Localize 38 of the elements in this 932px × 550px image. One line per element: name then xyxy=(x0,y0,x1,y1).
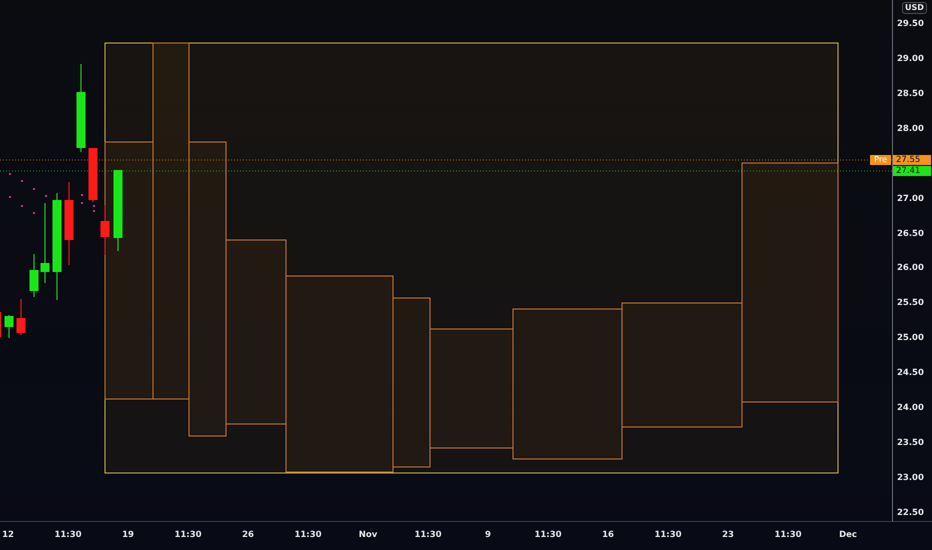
time-label: Nov xyxy=(358,530,378,540)
time-label: 12 xyxy=(2,530,14,540)
premarket-label: Pre xyxy=(870,155,891,165)
candlestick xyxy=(16,298,26,336)
price-tag: 27.41 xyxy=(893,166,931,176)
time-label: 9 xyxy=(485,530,491,540)
price-label: 25.00 xyxy=(897,333,924,344)
price-label: 29.00 xyxy=(897,54,924,64)
time-label: 11:30 xyxy=(174,530,202,540)
time-label: 19 xyxy=(122,530,134,540)
time-label: Dec xyxy=(839,530,857,540)
time-label: 11:30 xyxy=(534,530,562,540)
candlestick xyxy=(100,204,110,256)
price-label: 28.50 xyxy=(897,88,924,99)
candlestick xyxy=(4,314,14,338)
price-label: 24.00 xyxy=(897,403,924,414)
currency-label[interactable]: USD xyxy=(902,2,927,14)
price-label: 27.00 xyxy=(897,194,924,204)
price-label: 29.50 xyxy=(897,19,924,29)
price-label: 26.00 xyxy=(897,263,924,274)
time-label: 11:30 xyxy=(774,530,802,540)
time-label: 11:30 xyxy=(414,530,442,540)
candlestick xyxy=(30,254,38,298)
price-label: 23.00 xyxy=(897,472,924,483)
price-label: 24.50 xyxy=(897,368,924,378)
time-label: 11:30 xyxy=(54,530,82,540)
time-label: 11:30 xyxy=(294,530,322,540)
price-tag: 27.55 xyxy=(893,155,931,165)
candlestick xyxy=(88,148,98,202)
price-label: 23.50 xyxy=(897,438,924,448)
time-label: 16 xyxy=(602,530,614,540)
price-label: 26.50 xyxy=(897,228,924,239)
time-label: 11:30 xyxy=(654,530,682,540)
price-label: 28.00 xyxy=(897,124,924,134)
time-label: 26 xyxy=(242,530,254,540)
price-label: 25.50 xyxy=(897,298,924,308)
time-label: 23 xyxy=(722,530,734,540)
price-label: 22.50 xyxy=(897,508,924,518)
